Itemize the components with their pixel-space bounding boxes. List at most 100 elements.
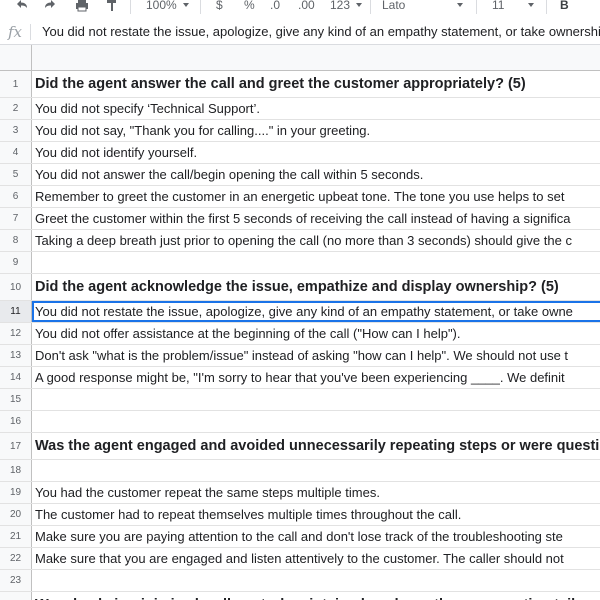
formula-divider [30,24,31,40]
row-number[interactable]: 11 [0,301,32,322]
grid-row: 1 Did the agent answer the call and greet… [0,71,600,98]
selected-cell[interactable]: You did not restate the issue, apologize… [32,301,600,322]
grid-cell[interactable]: You did not say, "Thank you for calling.… [32,120,600,141]
formula-bar: fx You did not restate the issue, apolog… [0,20,600,45]
grid-row: 24Was dead air minimized, call control m… [0,592,600,600]
grid-row: 9 [0,252,600,274]
grid-row: 4 You did not identify yourself. [0,142,600,164]
grid-row: 19 You had the customer repeat the same s… [0,482,600,504]
row-number[interactable]: 12 [0,323,32,344]
row-number[interactable]: 14 [0,367,32,388]
grid-row: 8 Taking a deep breath just prior to open… [0,230,600,252]
section-heading-cell[interactable]: Did the agent answer the call and greet … [32,71,600,97]
select-all-corner[interactable] [0,45,32,70]
increase-decimal-button[interactable]: .00 [298,0,315,16]
grid-cell[interactable] [32,460,600,481]
row-number[interactable]: 6 [0,186,32,207]
grid-row: 10 Did the agent acknowledge the issue, e… [0,274,600,301]
row-number[interactable]: 22 [0,548,32,569]
toolbar-divider [370,0,371,14]
row-number[interactable]: 23 [0,570,32,591]
grid-row: 2 You did not specify ‘Technical Support’… [0,98,600,120]
grid-row: 3 You did not say, "Thank you for calling… [0,120,600,142]
chevron-down-icon [182,3,189,7]
chevron-down-icon [457,3,464,7]
spreadsheet-app: 100% $ % .0 .00 123 Lato 11 B fx You did… [0,0,600,600]
font-size-value: 11 [492,0,505,12]
grid-row: 22 Make sure that you are engaged and lis… [0,548,600,570]
grid-cell[interactable]: Remember to greet the customer in an ene… [32,186,600,207]
grid-cell[interactable]: Make sure that you are engaged and liste… [32,548,600,569]
grid-cell[interactable]: You did not specify ‘Technical Support’. [32,98,600,119]
formula-input[interactable]: You did not restate the issue, apologize… [42,20,600,44]
section-heading-cell[interactable]: Did the agent acknowledge the issue, emp… [32,274,600,300]
grid-rows: 1 Did the agent answer the call and greet… [0,71,600,600]
grid-cell[interactable] [32,570,600,591]
row-number[interactable]: 3 [0,120,32,141]
bold-button[interactable]: B [560,0,569,16]
grid-row: 16 [0,411,600,433]
zoom-value: 100% [146,0,177,12]
row-number[interactable]: 21 [0,526,32,547]
row-number[interactable]: 8 [0,230,32,251]
grid-row: 15 [0,389,600,411]
grid-row: 18 [0,460,600,482]
row-number[interactable]: 15 [0,389,32,410]
row-number[interactable]: 13 [0,345,32,366]
redo-icon[interactable] [42,0,58,16]
row-number[interactable]: 18 [0,460,32,481]
grid-cell[interactable]: A good response might be, "I'm sorry to … [32,367,600,388]
grid-cell[interactable]: You did not answer the call/begin openin… [32,164,600,185]
percent-format-button[interactable]: % [244,0,255,16]
grid-row: 6 Remember to greet the customer in an en… [0,186,600,208]
paint-format-icon[interactable] [104,0,120,16]
grid-cell[interactable] [32,389,600,410]
more-formats-select[interactable]: 123 [330,0,363,16]
grid-cell[interactable] [32,411,600,432]
font-size-select[interactable]: 11 [492,0,535,16]
toolbar-divider [130,0,131,14]
row-number[interactable]: 24 [0,592,32,600]
more-formats-label: 123 [330,0,351,12]
grid-row: 21 Make sure you are paying attention to … [0,526,600,548]
row-number[interactable]: 2 [0,98,32,119]
grid-row: 5 You did not answer the call/begin openi… [0,164,600,186]
zoom-select[interactable]: 100% [146,0,189,16]
grid-cell[interactable]: Taking a deep breath just prior to openi… [32,230,600,251]
grid-row: 11 You did not restate the issue, apologi… [0,301,600,323]
section-heading-cell[interactable]: Was the agent engaged and avoided unnece… [32,433,600,459]
print-icon[interactable] [74,0,90,16]
grid-row: 12 You did not offer assistance at the be… [0,323,600,345]
row-number[interactable]: 9 [0,252,32,273]
undo-icon[interactable] [14,0,30,16]
spreadsheet-grid: 1 Did the agent answer the call and greet… [0,45,600,600]
decrease-decimal-button[interactable]: .0 [270,0,280,16]
row-number[interactable]: 20 [0,504,32,525]
grid-row: 23 [0,570,600,592]
grid-cell[interactable]: You had the customer repeat the same ste… [32,482,600,503]
row-number[interactable]: 19 [0,482,32,503]
grid-cell[interactable]: You did not identify yourself. [32,142,600,163]
section-heading-cell[interactable]: Was dead air minimized, call control mai… [32,592,600,600]
row-number[interactable]: 16 [0,411,32,432]
grid-cell[interactable]: Don't ask "what is the problem/issue" in… [32,345,600,366]
grid-cell[interactable]: You did not offer assistance at the begi… [32,323,600,344]
row-number[interactable]: 17 [0,433,32,459]
grid-cell[interactable]: Make sure you are paying attention to th… [32,526,600,547]
toolbar-divider [476,0,477,14]
font-select[interactable]: Lato [382,0,464,16]
toolbar-divider [200,0,201,14]
grid-cell[interactable]: Greet the customer within the first 5 se… [32,208,600,229]
grid-row: 14 A good response might be, "I'm sorry t… [0,367,600,389]
row-number[interactable]: 7 [0,208,32,229]
grid-cell[interactable] [32,252,600,273]
row-number[interactable]: 10 [0,274,32,300]
row-number[interactable]: 5 [0,164,32,185]
grid-row: 7 Greet the customer within the first 5 s… [0,208,600,230]
toolbar-divider [546,0,547,14]
currency-format-button[interactable]: $ [216,0,223,16]
row-number[interactable]: 1 [0,71,32,97]
grid-cell[interactable]: The customer had to repeat themselves mu… [32,504,600,525]
chevron-down-icon [356,3,363,7]
row-number[interactable]: 4 [0,142,32,163]
